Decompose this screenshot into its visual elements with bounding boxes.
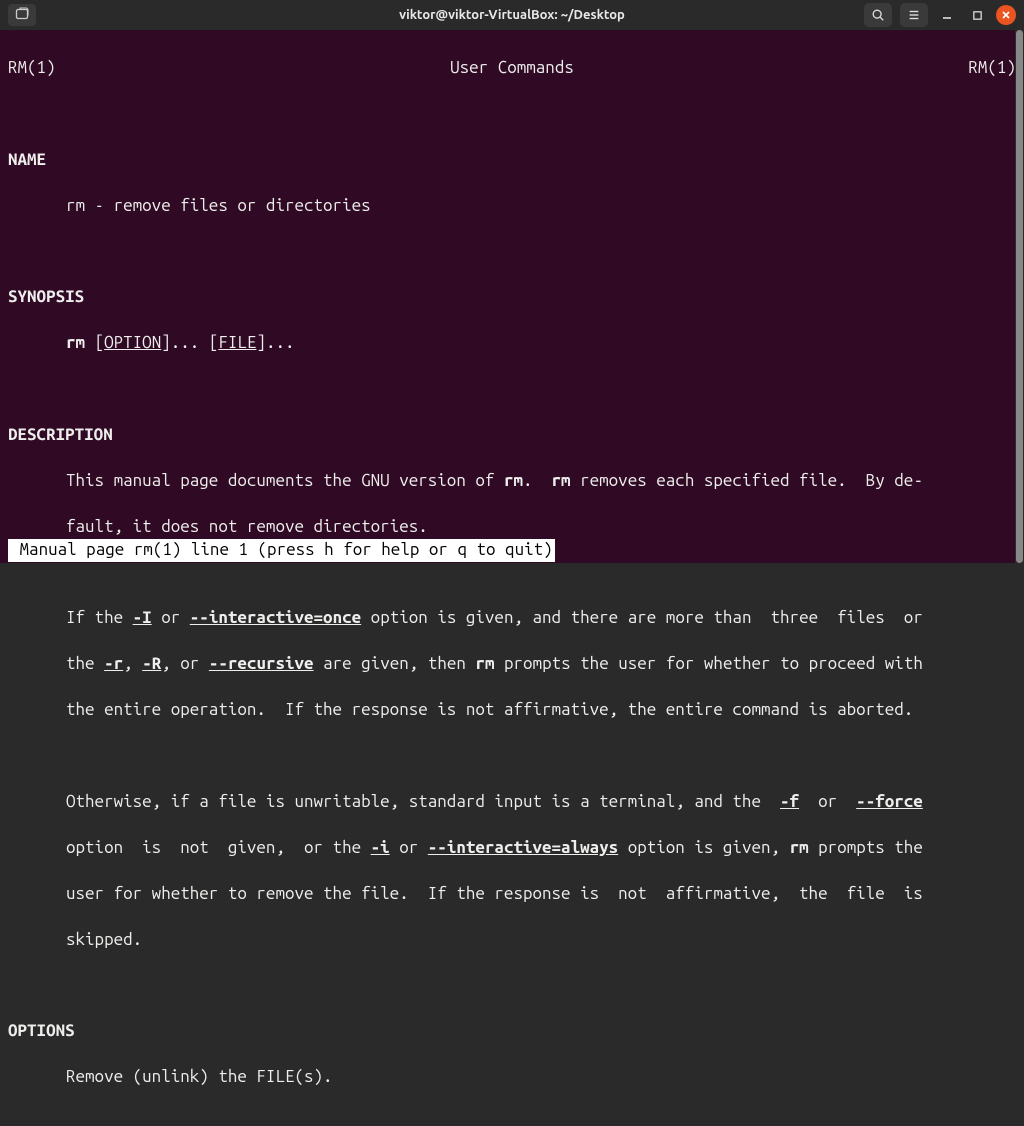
close-button[interactable] xyxy=(996,5,1016,25)
desc-p3-l1: Otherwise, if a file is unwritable, stan… xyxy=(8,791,1016,814)
minimize-icon xyxy=(941,9,953,21)
man-header-center: User Commands xyxy=(450,57,574,80)
hamburger-menu-button[interactable] xyxy=(900,3,928,27)
section-synopsis-heading: SYNOPSIS xyxy=(8,286,1016,309)
window-titlebar: viktor@viktor-VirtualBox: ~/Desktop xyxy=(0,0,1024,30)
desc-p2-l2: the -r, -R, or --recursive are given, th… xyxy=(8,653,1016,676)
search-button[interactable] xyxy=(864,3,892,27)
desc-p3-l4: skipped. xyxy=(8,929,1016,952)
name-line: rm - remove files or directories xyxy=(8,195,1016,218)
desc-p3-l3: user for whether to remove the file. If … xyxy=(8,883,1016,906)
window-title: viktor@viktor-VirtualBox: ~/Desktop xyxy=(399,8,625,22)
less-status-bar: Manual page rm(1) line 1 (press h for he… xyxy=(8,539,555,562)
desc-p2-l3: the entire operation. If the response is… xyxy=(8,699,1016,722)
man-header-left: RM(1) xyxy=(8,57,56,80)
synopsis-option: OPTION xyxy=(104,333,161,352)
new-tab-button[interactable] xyxy=(8,4,36,26)
desc-p1-l2: fault, it does not remove directories. xyxy=(8,516,1016,539)
maximize-button[interactable] xyxy=(966,4,988,26)
section-name-heading: NAME xyxy=(8,149,1016,172)
scrollbar[interactable] xyxy=(1015,30,1024,563)
man-header-line: RM(1) User Commands RM(1) xyxy=(8,57,1016,80)
tab-icon xyxy=(14,7,30,23)
desc-p2-l1: If the -I or --interactive=once option i… xyxy=(8,607,1016,630)
search-icon xyxy=(871,8,885,22)
options-line: Remove (unlink) the FILE(s). xyxy=(8,1066,1016,1089)
synopsis-cmd: rm xyxy=(66,333,85,352)
synopsis-file: FILE xyxy=(218,333,256,352)
hamburger-icon xyxy=(907,8,921,22)
maximize-icon xyxy=(972,10,983,21)
desc-p1-l1: This manual page documents the GNU versi… xyxy=(8,470,1016,493)
minimize-button[interactable] xyxy=(936,4,958,26)
section-options-heading: OPTIONS xyxy=(8,1020,1016,1043)
synopsis-line: rm [OPTION]... [FILE]... xyxy=(8,332,1016,355)
terminal-content[interactable]: RM(1) User Commands RM(1) NAME rm - remove… xyxy=(0,30,1024,563)
desc-p3-l2: option is not given, or the -i or --inte… xyxy=(8,837,1016,860)
scrollbar-thumb[interactable] xyxy=(1016,30,1023,563)
section-description-heading: DESCRIPTION xyxy=(8,424,1016,447)
man-header-right: RM(1) xyxy=(968,57,1016,80)
close-icon xyxy=(1001,10,1011,20)
